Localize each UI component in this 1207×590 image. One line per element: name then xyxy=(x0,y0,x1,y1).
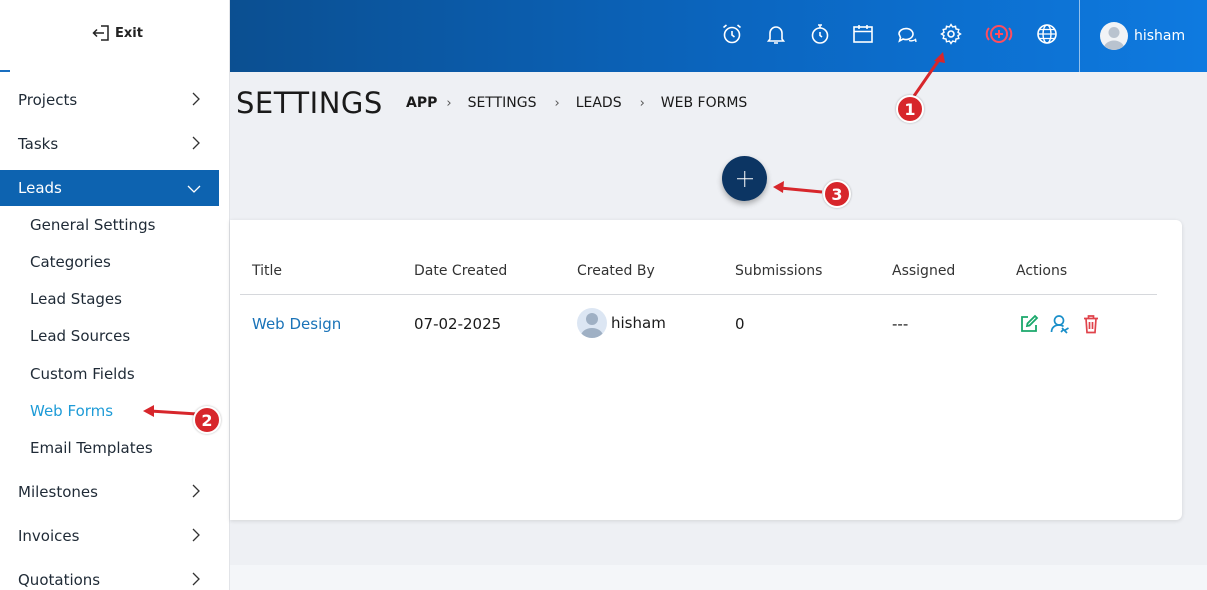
sidebar-subitem-lead-stages[interactable]: Lead Stages xyxy=(30,290,122,308)
breadcrumb-leads[interactable]: LEADS xyxy=(576,95,622,111)
topbar-divider xyxy=(1079,0,1080,72)
sidebar-item-projects[interactable]: Projects xyxy=(0,82,219,118)
column-header-date-created: Date Created xyxy=(414,263,508,279)
sidebar-item-label: Milestones xyxy=(18,483,98,501)
created-by-cell: hisham xyxy=(577,308,666,338)
sidebar-subitem-custom-fields[interactable]: Custom Fields xyxy=(30,365,135,383)
calendar-icon[interactable] xyxy=(851,22,875,46)
sidebar-subitem-web-forms[interactable]: Web Forms xyxy=(30,402,113,420)
sidebar-subitem-lead-sources[interactable]: Lead Sources xyxy=(30,327,130,345)
sidebar-item-label: Tasks xyxy=(18,135,59,153)
annotation-marker-1: 1 xyxy=(896,95,924,123)
sidebar: Exit Projects Tasks Leads General Settin… xyxy=(0,0,230,590)
column-header-actions: Actions xyxy=(1016,263,1068,279)
alarm-clock-icon[interactable] xyxy=(720,22,744,46)
chevron-right-icon xyxy=(192,528,200,542)
breadcrumb-settings[interactable]: SETTINGS xyxy=(468,95,537,111)
chevron-right-icon: › xyxy=(639,95,645,111)
page-title: SETTINGS xyxy=(236,86,383,120)
delete-icon[interactable] xyxy=(1080,313,1102,335)
column-header-created-by: Created By xyxy=(577,263,655,279)
gear-icon[interactable] xyxy=(939,22,963,46)
form-title-link[interactable]: Web Design xyxy=(252,315,341,333)
sidebar-item-tasks[interactable]: Tasks xyxy=(0,126,219,162)
sidebar-item-quotations[interactable]: Quotations xyxy=(0,562,219,590)
sidebar-subitem-categories[interactable]: Categories xyxy=(30,253,111,271)
avatar xyxy=(1100,22,1128,50)
chevron-down-icon xyxy=(187,185,201,193)
date-created-cell: 07-02-2025 xyxy=(414,315,502,333)
sidebar-item-leads[interactable]: Leads xyxy=(0,170,219,206)
sidebar-item-invoices[interactable]: Invoices xyxy=(0,518,219,554)
top-bar: hisham xyxy=(230,0,1207,72)
breadcrumb-web-forms: WEB FORMS xyxy=(660,95,748,111)
sidebar-item-label: Invoices xyxy=(18,527,80,545)
bell-icon[interactable] xyxy=(764,22,788,46)
chevron-right-icon xyxy=(192,484,200,498)
edit-icon[interactable] xyxy=(1018,313,1040,335)
column-header-title: Title xyxy=(252,263,283,279)
assigned-cell: --- xyxy=(892,315,909,333)
globe-icon[interactable] xyxy=(1035,22,1059,46)
sidebar-item-label: Leads xyxy=(18,179,62,197)
sidebar-item-milestones[interactable]: Milestones xyxy=(0,474,219,510)
exit-icon xyxy=(92,25,109,41)
chevron-right-icon xyxy=(192,572,200,586)
annotation-marker-2: 2 xyxy=(193,406,221,434)
chat-icon[interactable] xyxy=(895,22,919,46)
sidebar-subitem-general-settings[interactable]: General Settings xyxy=(30,216,155,234)
breadcrumb: APP › SETTINGS › LEADS › WEB FORMS xyxy=(406,95,747,111)
avatar xyxy=(577,308,607,338)
column-header-submissions: Submissions xyxy=(735,263,823,279)
sidebar-subitem-email-templates[interactable]: Email Templates xyxy=(30,439,153,457)
breadcrumb-app[interactable]: APP xyxy=(406,95,437,111)
exit-button[interactable]: Exit xyxy=(92,24,143,42)
sidebar-item-label: Quotations xyxy=(18,571,101,589)
stopwatch-icon[interactable] xyxy=(808,22,832,46)
creator-name: hisham xyxy=(611,314,666,332)
add-web-form-button[interactable] xyxy=(722,156,767,201)
web-forms-table: Title Date Created Created By Submission… xyxy=(230,220,1182,520)
chevron-right-icon xyxy=(192,136,200,150)
add-circle-icon[interactable] xyxy=(984,22,1014,46)
sidebar-accent xyxy=(0,70,10,72)
submissions-cell: 0 xyxy=(735,315,745,333)
assign-user-icon[interactable] xyxy=(1049,313,1071,335)
user-name: hisham xyxy=(1134,28,1186,44)
user-menu[interactable]: hisham xyxy=(1100,22,1185,50)
page-footer-strip xyxy=(230,565,1207,590)
sidebar-item-label: Projects xyxy=(18,91,78,109)
chevron-right-icon xyxy=(192,92,200,106)
chevron-right-icon: › xyxy=(446,95,452,111)
chevron-right-icon: › xyxy=(554,95,560,111)
exit-label: Exit xyxy=(115,25,143,41)
annotation-marker-3: 3 xyxy=(823,180,851,208)
column-header-assigned: Assigned xyxy=(892,263,956,279)
table-header-divider xyxy=(240,294,1157,295)
